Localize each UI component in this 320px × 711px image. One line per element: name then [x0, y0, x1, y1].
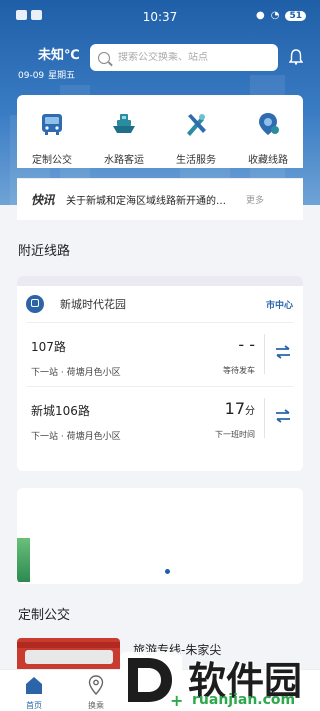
custom-bus-section-title: 定制公交	[18, 608, 71, 623]
route-name: 107路	[31, 340, 66, 354]
nearby-section-title: 附近线路	[18, 244, 71, 259]
weather-temperature: 未知℃	[38, 48, 80, 63]
status-bar: 10:37 ● ◔ 51	[0, 0, 320, 34]
location-icon: ●	[256, 10, 265, 21]
route-next-stop: 下一站 · 荷塘月色小区	[31, 432, 121, 442]
stop-header[interactable]: 新城时代花园 市中心	[17, 286, 303, 322]
tab-transfer[interactable]: 换乘	[71, 675, 121, 711]
weekday-text: 星期五	[48, 71, 76, 81]
weather-widget: 未知℃ 09-09 星期五	[18, 44, 80, 81]
favorite-route-icon	[259, 113, 279, 135]
bell-icon[interactable]	[289, 49, 303, 65]
carousel-indicator	[165, 569, 170, 574]
quick-action-custom-bus[interactable]: 定制公交	[17, 111, 87, 166]
bus-stop-icon	[26, 295, 44, 313]
swap-direction-icon[interactable]	[275, 345, 291, 359]
weather-date: 09-09 星期五	[18, 68, 80, 81]
quick-action-label: 生活服务	[176, 155, 216, 166]
news-more-link[interactable]: 更多	[246, 193, 264, 206]
date-text: 09-09	[18, 71, 45, 81]
route-name: 新城106路	[31, 404, 90, 418]
route-next-stop: 下一站 · 荷塘月色小区	[31, 368, 121, 378]
home-icon	[26, 677, 42, 694]
location-pin-icon	[88, 675, 104, 696]
tab-label: 首页	[26, 701, 42, 710]
quick-action-ferry[interactable]: 水路客运	[89, 111, 159, 166]
quick-action-label: 收藏线路	[248, 155, 288, 166]
quick-action-label: 定制公交	[32, 155, 72, 166]
search-input[interactable]	[118, 52, 268, 63]
quick-action-life-service[interactable]: 生活服务	[161, 111, 231, 166]
tab-label: 换乘	[88, 701, 104, 710]
nearby-routes-card: 新城时代花园 市中心 107路 下一站 · 荷塘月色小区 - - 等待发车 新城…	[17, 276, 303, 471]
watermark-domain: ruanjian.com	[192, 692, 296, 708]
news-ticker[interactable]: 快讯 关于新城和定海区域线路新开通的… 更多	[17, 178, 303, 220]
quick-action-label: 水路客运	[104, 155, 144, 166]
route-row[interactable]: 新城106路 下一站 · 荷塘月色小区 17分 下一班时间	[17, 387, 303, 450]
tab-home[interactable]: 首页	[9, 675, 59, 711]
route-row[interactable]: 107路 下一站 · 荷塘月色小区 - - 等待发车	[17, 323, 303, 386]
route-eta: - -	[238, 335, 255, 354]
route-eta-value: - -	[238, 335, 255, 354]
route-status: 等待发车	[223, 366, 255, 375]
quick-action-favorite-route[interactable]: 收藏线路	[233, 111, 303, 166]
swap-direction-icon[interactable]	[275, 409, 291, 423]
search-icon	[98, 51, 110, 64]
watermark-logo: + 软件园 ruanjian.com	[120, 648, 320, 711]
life-service-icon	[187, 114, 206, 136]
news-tag: 快讯	[31, 193, 55, 207]
route-status: 下一班时间	[215, 430, 255, 439]
news-text[interactable]: 关于新城和定海区域线路新开通的…	[66, 192, 236, 207]
system-icons: ● ◔ 51	[256, 10, 306, 21]
stop-area: 市中心	[265, 300, 293, 311]
custom-bus-icon	[42, 114, 62, 135]
stop-name: 新城时代花园	[60, 298, 126, 311]
svg-text:+: +	[170, 691, 183, 710]
quick-actions-card: 定制公交 水路客运 生活服务 收藏线路	[17, 95, 303, 168]
banner-image	[17, 538, 30, 582]
ferry-icon	[113, 114, 135, 133]
search-bar[interactable]	[90, 44, 278, 71]
route-eta: 17分	[225, 399, 255, 418]
route-eta-unit: 分	[245, 406, 255, 417]
wifi-icon: ◔	[270, 10, 280, 21]
battery-icon: 51	[285, 10, 306, 21]
route-eta-value: 17	[224, 399, 245, 418]
promo-banner[interactable]	[17, 488, 303, 584]
